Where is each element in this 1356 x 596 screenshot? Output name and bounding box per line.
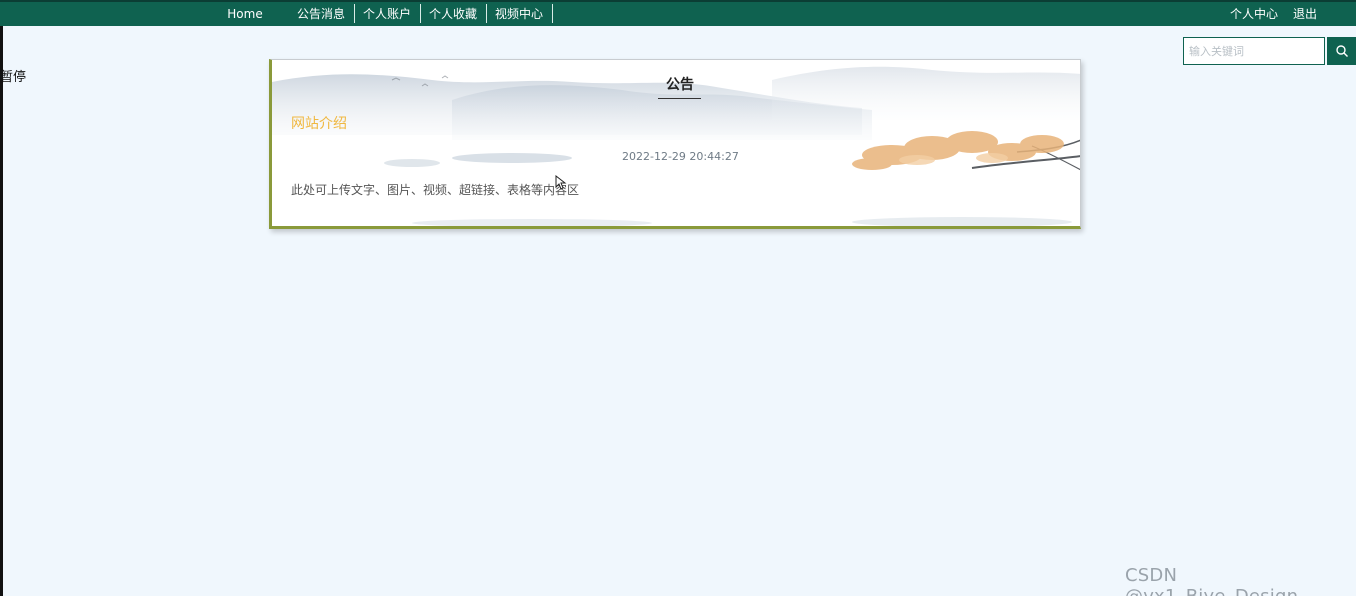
nav-divider xyxy=(420,4,421,23)
nav-favorites[interactable]: 个人收藏 xyxy=(424,2,482,26)
notice-item-content: 此处可上传文字、图片、视频、超链接、表格等内容区 xyxy=(291,183,580,197)
watermark-text: CSDN @vx1_Biye_Design xyxy=(1125,565,1298,596)
notice-item-title[interactable]: 网站介绍 xyxy=(291,113,347,133)
profile-link[interactable]: 个人中心 xyxy=(1230,2,1278,26)
side-pause-label: 暂停 xyxy=(0,70,27,85)
mouse-cursor-icon xyxy=(555,175,567,190)
nav-announcements[interactable]: 公告消息 xyxy=(292,2,350,26)
nav-divider xyxy=(552,4,553,23)
top-nav-bar: Home 公告消息 个人账户 个人收藏 视频中心 个人中心 退出 xyxy=(0,0,1356,26)
notice-heading: 公告 xyxy=(666,77,694,93)
logout-link[interactable]: 退出 xyxy=(1293,2,1317,26)
nav-video-center[interactable]: 视频中心 xyxy=(490,2,548,26)
heading-underline xyxy=(658,98,701,99)
nav-home[interactable]: Home xyxy=(222,2,268,26)
nav-account[interactable]: 个人账户 xyxy=(358,2,416,26)
search-button[interactable] xyxy=(1327,37,1356,65)
search-icon xyxy=(1327,44,1356,58)
search-input[interactable] xyxy=(1183,37,1325,65)
notice-card: 公告 网站介绍 2022-12-29 20:44:27 此处可上传文字、图片、视… xyxy=(269,59,1081,229)
nav-divider xyxy=(354,4,355,23)
window-edge xyxy=(0,0,3,596)
notice-item-date: 2022-12-29 20:44:27 xyxy=(622,150,739,163)
nav-divider xyxy=(486,4,487,23)
